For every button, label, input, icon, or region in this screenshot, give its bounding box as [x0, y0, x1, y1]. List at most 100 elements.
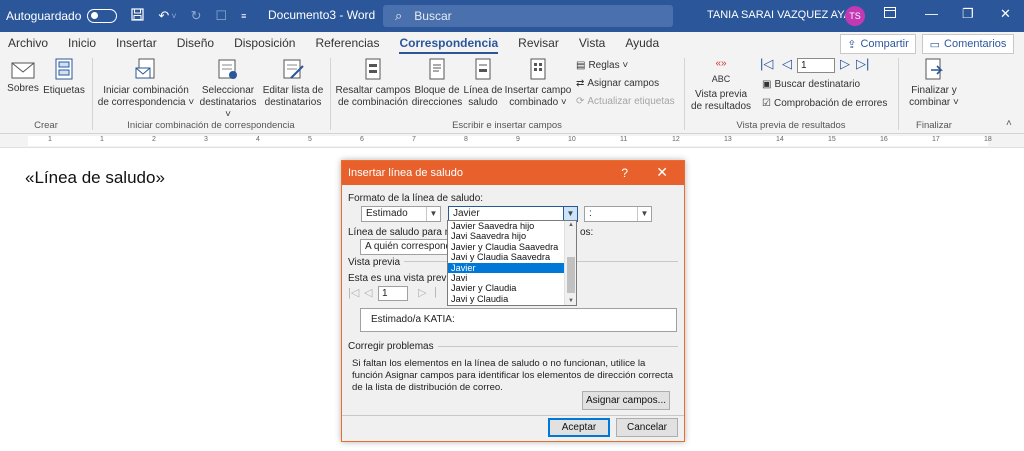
greeting-line-button[interactable]: Línea de saludo	[463, 58, 503, 109]
highlight-merge-fields-button[interactable]: Resaltar campos de combinación	[334, 58, 412, 109]
check-errors-button[interactable]: ☑ Comprobación de errores	[762, 98, 887, 109]
save-icon[interactable]	[131, 8, 145, 24]
avatar[interactable]: TS	[845, 6, 865, 26]
dropdown-option[interactable]: Javi y Claudia Saavedra	[448, 252, 576, 262]
salutation-select[interactable]: Estimado ▼	[361, 206, 441, 222]
user-name[interactable]: TANIA SARAI VAZQUEZ AYALA	[707, 9, 865, 21]
restore-icon[interactable]: ❐	[962, 6, 974, 22]
find-recipient-button[interactable]: ▣ Buscar destinatario	[762, 79, 860, 90]
greeting-merge-field[interactable]: «Línea de saludo»	[25, 168, 165, 188]
dropdown-option[interactable]: Javier y Claudia	[448, 283, 576, 293]
dropdown-option[interactable]: Javi	[448, 273, 576, 283]
undo-dropdown-icon[interactable]: ˅	[171, 11, 176, 21]
finish-merge-button[interactable]: Finalizar y combinar ˅	[902, 58, 966, 109]
ruler-number: 8	[464, 136, 468, 143]
ok-button[interactable]: Aceptar	[548, 418, 610, 437]
undo-icon[interactable]: ↶	[158, 8, 169, 24]
match-fields-button[interactable]: ⇄ Asignar campos	[576, 78, 659, 89]
rules-icon: ▤	[576, 60, 586, 71]
select-recipients-line2: destinatarios ˅	[199, 97, 257, 120]
share-button[interactable]: ⇪ Compartir	[840, 34, 916, 54]
collapse-ribbon-icon[interactable]: ˄	[1006, 118, 1012, 129]
next-record-icon[interactable]: ▷	[840, 56, 850, 72]
punctuation-select[interactable]: : ▼	[584, 206, 652, 222]
preview-arrows-icon: «»	[715, 58, 727, 69]
tab-insertar[interactable]: Insertar	[116, 36, 157, 54]
finish-line2: combinar ˅	[909, 97, 959, 108]
ruler-number: 16	[880, 136, 888, 143]
address-block-icon	[429, 58, 445, 80]
ribbon-display-icon[interactable]	[884, 6, 896, 21]
record-number-input[interactable]: 1	[797, 58, 835, 73]
cancel-button[interactable]: Cancelar	[616, 418, 678, 437]
preview-results-line2: de resultados	[690, 101, 752, 112]
scroll-down-icon[interactable]: ▼	[565, 298, 576, 304]
insert-merge-field-button[interactable]: Insertar campo combinado ˅	[502, 58, 574, 109]
labels-button[interactable]: Etiquetas	[42, 58, 86, 97]
name-format-dropdown-list[interactable]: Javier Saavedra hijo Javi Saavedra hijo Ja…	[447, 220, 577, 306]
group-write-insert-label: Escribir e insertar campos	[452, 120, 562, 131]
dialog-title-bar: Insertar línea de saludo ? ✕	[342, 161, 684, 185]
find-recipient-icon: ▣	[762, 79, 772, 90]
dialog-close-icon[interactable]: ✕	[656, 164, 668, 181]
tab-revisar[interactable]: Revisar	[518, 36, 559, 54]
tab-archivo[interactable]: Archivo	[8, 36, 48, 54]
preview-results-button[interactable]: «» ABC Vista previa de resultados	[688, 58, 754, 113]
invalid-names-select[interactable]: A quién correspond	[360, 239, 460, 255]
next-record-icon[interactable]: ▷	[418, 286, 426, 299]
touch-mode-icon[interactable]: ☐	[215, 8, 227, 24]
invalid-names-value: A quién correspond	[365, 241, 452, 252]
customize-qat-icon[interactable]: ≡	[241, 11, 246, 21]
envelopes-label: Sobres	[7, 83, 39, 94]
previous-record-icon[interactable]: ◁	[364, 286, 372, 299]
first-record-icon[interactable]: |◁	[348, 286, 359, 299]
ribbon-separator	[684, 58, 685, 130]
check-errors-icon: ☑	[762, 98, 771, 109]
search-icon: ⌕	[395, 8, 403, 23]
update-labels-button[interactable]: ⟳ Actualizar etiquetas	[576, 96, 675, 107]
scrollbar-thumb[interactable]	[567, 257, 575, 293]
ruler-track[interactable]: 1 1 2 3 4 5 6 7 8 9 10 11 12 13 14 15 16 17 18	[28, 136, 992, 146]
tab-diseno[interactable]: Diseño	[177, 36, 214, 54]
edit-recipient-list-button[interactable]: Editar lista de destinatarios	[261, 58, 325, 109]
scroll-up-icon[interactable]: ▲	[565, 222, 576, 228]
last-record-icon[interactable]: ▷|	[856, 56, 869, 72]
tab-correspondencia[interactable]: Correspondencia	[399, 36, 499, 54]
redo-icon[interactable]: ↻	[191, 8, 202, 24]
dropdown-option[interactable]: Javier	[448, 262, 576, 273]
tab-inicio[interactable]: Inicio	[68, 36, 96, 54]
ruler-number: 17	[932, 136, 940, 143]
last-record-icon[interactable]: |	[434, 286, 437, 298]
search-input[interactable]: ⌕ Buscar	[383, 5, 673, 27]
preview-record-input[interactable]: 1	[378, 286, 408, 301]
previous-record-icon[interactable]: ◁	[782, 56, 792, 72]
dropdown-option[interactable]: Javier Saavedra hijo	[448, 221, 576, 231]
dropdown-option[interactable]: Javier y Claudia Saavedra	[448, 242, 576, 252]
ruler-number: 10	[568, 136, 576, 143]
minimize-icon[interactable]: —	[925, 6, 938, 21]
start-mail-merge-button[interactable]: Iniciar combinación de correspondencia ˅	[96, 58, 196, 109]
document-title: Documento3 - Word	[268, 8, 376, 22]
labels-label: Etiquetas	[43, 85, 85, 96]
first-record-icon[interactable]: |◁	[760, 56, 773, 72]
tab-vista[interactable]: Vista	[579, 36, 605, 54]
help-icon[interactable]: ?	[621, 166, 628, 180]
dropdown-scrollbar[interactable]: ▲ ▼	[564, 221, 576, 305]
envelopes-button[interactable]: Sobres	[6, 60, 40, 95]
close-icon[interactable]: ✕	[1000, 6, 1011, 22]
update-labels-label: Actualizar etiquetas	[587, 96, 675, 107]
autosave-toggle[interactable]	[87, 9, 118, 23]
preview-description: Esta es una vista previa d	[348, 273, 463, 284]
dialog-title: Insertar línea de saludo	[348, 167, 463, 179]
tab-disposicion[interactable]: Disposición	[234, 36, 295, 54]
rules-button[interactable]: ▤ Reglas ˅	[576, 60, 628, 71]
tab-ayuda[interactable]: Ayuda	[625, 36, 659, 54]
select-recipients-button[interactable]: Seleccionar destinatarios ˅	[196, 58, 260, 121]
ruler-number: 9	[516, 136, 520, 143]
address-block-button[interactable]: Bloque de direcciones	[410, 58, 464, 109]
tab-referencias[interactable]: Referencias	[315, 36, 379, 54]
assign-fields-button[interactable]: Asignar campos...	[582, 391, 670, 410]
comments-button[interactable]: ▭ Comentarios	[922, 34, 1014, 54]
dropdown-option[interactable]: Javi Saavedra hijo	[448, 231, 576, 241]
dropdown-option[interactable]: Javi y Claudia	[448, 294, 576, 304]
